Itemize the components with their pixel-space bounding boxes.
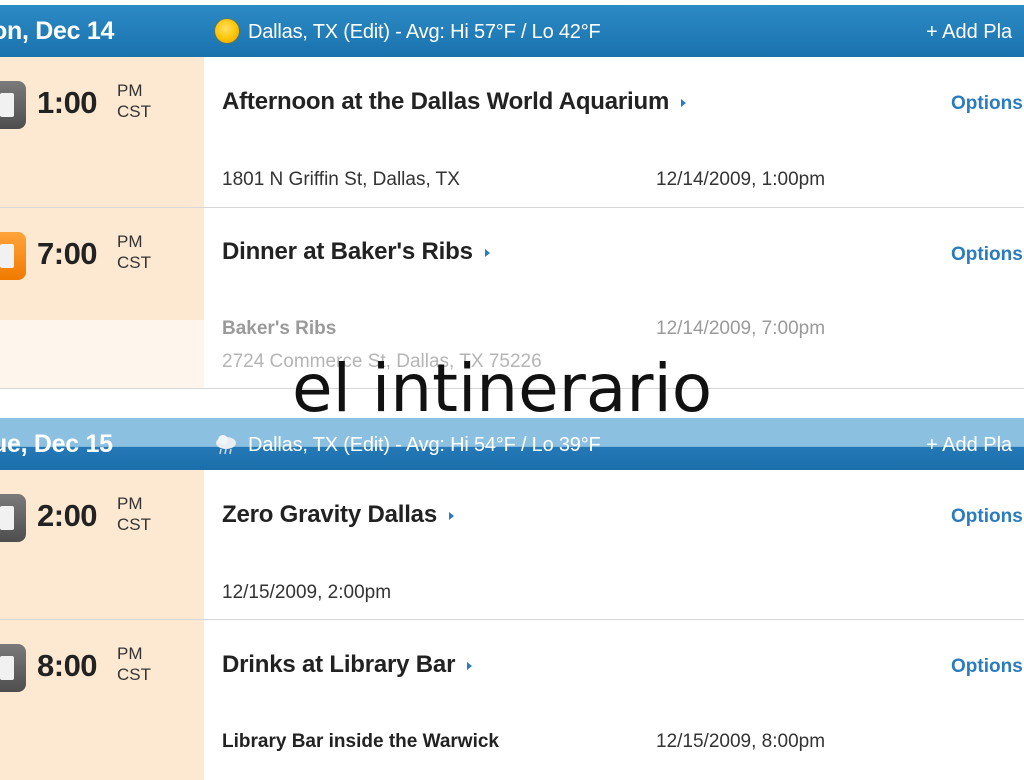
event-ampm-tz: PM CST xyxy=(117,231,151,273)
options-button[interactable]: Options xyxy=(951,93,1023,115)
options-button[interactable]: Options xyxy=(951,506,1023,528)
event-datetime: 12/14/2009, 7:00pm xyxy=(656,318,826,339)
event-datetime: 12/14/2009, 1:00pm xyxy=(656,169,826,190)
event-datetime: 12/15/2009, 2:00pm xyxy=(222,582,392,603)
timezone-label: CST xyxy=(117,253,151,272)
ampm-label: PM xyxy=(117,232,143,251)
ampm-label: PM xyxy=(117,644,143,663)
slide-title: el intinerario xyxy=(292,350,713,427)
weather-summary[interactable]: Dallas, TX (Edit) - Avg: Hi 54°F / Lo 39… xyxy=(248,434,601,457)
expand-arrow-icon[interactable] xyxy=(484,248,490,257)
event-time: 1:00 xyxy=(37,85,98,120)
timezone-label: CST xyxy=(117,102,151,121)
weather-summary[interactable]: Dallas, TX (Edit) - Avg: Hi 57°F / Lo 42… xyxy=(248,21,601,44)
event-time: 2:00 xyxy=(37,498,98,533)
day-title: ue, Dec 15 xyxy=(0,430,113,458)
event-address: 1801 N Griffin St, Dallas, TX xyxy=(222,169,460,190)
event-title[interactable]: Afternoon at the Dallas World Aquarium xyxy=(222,88,669,115)
event-title-link[interactable]: Zero Gravity Dallas xyxy=(222,501,454,529)
event-time: 7:00 xyxy=(37,236,98,271)
expand-arrow-icon[interactable] xyxy=(467,661,473,670)
cloud-rain-icon xyxy=(216,435,236,455)
event-ampm-tz: PM CST xyxy=(117,80,151,122)
event-title[interactable]: Zero Gravity Dallas xyxy=(222,501,437,528)
event-row: 1:00 PM CST Afternoon at the Dallas Worl… xyxy=(0,57,1024,208)
event-title-link[interactable]: Drinks at Library Bar xyxy=(222,651,473,679)
time-column: 8:00 PM CST xyxy=(0,620,204,780)
ampm-label: PM xyxy=(117,494,143,513)
event-ampm-tz: PM CST xyxy=(117,643,151,685)
suitcase-icon xyxy=(0,494,26,542)
time-column: 2:00 PM CST xyxy=(0,470,204,619)
event-time: 8:00 xyxy=(37,648,98,683)
event-row: 2:00 PM CST Zero Gravity Dallas Options … xyxy=(0,470,1024,620)
options-button[interactable]: Options xyxy=(951,656,1023,678)
add-place-button[interactable]: + Add Pla xyxy=(926,21,1012,44)
timezone-label: CST xyxy=(117,665,151,684)
venue-name: Library Bar inside the Warwick xyxy=(222,731,499,752)
event-title-link[interactable]: Dinner at Baker's Ribs xyxy=(222,238,490,266)
venue-name: Baker's Ribs xyxy=(222,318,337,339)
event-ampm-tz: PM CST xyxy=(117,493,151,535)
time-column-fade xyxy=(0,320,204,388)
event-datetime: 12/15/2009, 8:00pm xyxy=(656,731,826,752)
suitcase-icon xyxy=(0,644,26,692)
event-title-link[interactable]: Afternoon at the Dallas World Aquarium xyxy=(222,88,687,116)
sun-icon xyxy=(215,19,239,43)
suitcase-icon xyxy=(0,81,26,129)
time-column: 7:00 PM CST xyxy=(0,208,204,320)
day-title: on, Dec 14 xyxy=(0,17,115,45)
expand-arrow-icon[interactable] xyxy=(681,98,687,107)
timezone-label: CST xyxy=(117,515,151,534)
day-header-dec-14: on, Dec 14 Dallas, TX (Edit) - Avg: Hi 5… xyxy=(0,5,1024,57)
time-column: 1:00 PM CST xyxy=(0,57,204,207)
options-button[interactable]: Options xyxy=(951,244,1023,266)
add-place-button[interactable]: + Add Pla xyxy=(926,434,1012,457)
expand-arrow-icon[interactable] xyxy=(448,511,454,520)
event-title[interactable]: Drinks at Library Bar xyxy=(222,651,455,678)
restaurant-icon xyxy=(0,232,26,280)
ampm-label: PM xyxy=(117,81,143,100)
event-title[interactable]: Dinner at Baker's Ribs xyxy=(222,238,473,265)
event-row: 8:00 PM CST Drinks at Library Bar Option… xyxy=(0,620,1024,780)
